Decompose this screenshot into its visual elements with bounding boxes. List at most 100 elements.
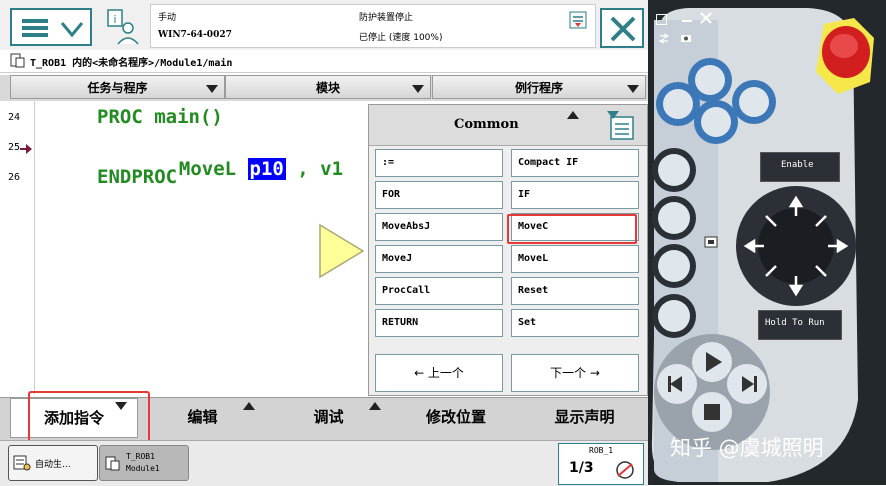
line-gutter: 24 25 26 <box>0 101 35 394</box>
tab-label: 任务与程序 <box>87 81 148 95</box>
instruction-button[interactable]: FOR <box>375 181 503 209</box>
taskbar-item-autoconfig[interactable]: 自动生... <box>8 445 98 481</box>
taskbar: 自动生... T_ROB1 Module1 ROB_1 1/3 <box>0 440 648 486</box>
hamburger-icon <box>22 19 48 37</box>
robot-label: ROB_1 <box>589 446 614 455</box>
toggle-motion-mode-key[interactable] <box>658 204 690 236</box>
mode-text: 手动 <box>158 13 177 23</box>
rotate-icon[interactable] <box>658 32 670 44</box>
chevron-down-icon <box>60 22 84 38</box>
instruction-button[interactable]: Set <box>511 309 639 337</box>
increment-off-key[interactable] <box>658 300 690 332</box>
program-pointer-icon <box>20 144 32 154</box>
programmable-key-3[interactable] <box>704 110 730 136</box>
instruction-button[interactable]: Reset <box>511 277 639 305</box>
close-button[interactable] <box>600 8 644 48</box>
instruction-list-icon[interactable] <box>605 109 637 141</box>
highlight-frame <box>507 214 637 244</box>
programmable-key-1[interactable] <box>698 68 724 94</box>
dropdown-arrow-icon <box>369 402 381 410</box>
code-line[interactable]: MoveL p10 , v1 <box>156 136 343 180</box>
programmable-key-4[interactable] <box>742 90 768 116</box>
line-number: 26 <box>8 172 21 183</box>
watermark: 知乎 @虞城照明 <box>670 436 824 460</box>
step-backward-button[interactable] <box>657 364 697 404</box>
enable-text: Enable <box>781 160 814 170</box>
instruction-button[interactable]: IF <box>511 181 639 209</box>
instruction-button[interactable]: MoveJ <box>375 245 503 273</box>
code-line[interactable]: ENDPROC <box>97 166 177 188</box>
taskbar-label: 自动生... <box>35 460 71 470</box>
event-log-icon[interactable] <box>569 11 587 29</box>
instruction-button[interactable]: := <box>375 149 503 177</box>
controller-name: WIN7-64-0027 <box>158 30 232 40</box>
tab-tasks-programs[interactable]: 任务与程序 <box>10 75 225 99</box>
quickset-button[interactable]: ROB_1 1/3 <box>558 443 644 485</box>
dropdown-arrow-icon <box>412 85 424 93</box>
toggle-increment-key[interactable] <box>658 252 690 284</box>
previous-page-button[interactable]: ← 上一个 <box>375 354 503 392</box>
operator-window-icon[interactable]: i <box>104 6 142 46</box>
line-number: 25 <box>8 142 21 153</box>
program-icon <box>105 456 120 471</box>
hold-to-run-text: Hold To Run <box>765 318 825 328</box>
tab-routines[interactable]: 例行程序 <box>432 75 646 99</box>
program-tabs: 任务与程序 模块 例行程序 <box>0 75 648 101</box>
taskbar-label: Module1 <box>126 464 160 473</box>
edit-button[interactable]: 编辑 <box>140 398 265 438</box>
start-button[interactable] <box>692 342 732 382</box>
taskbar-item-program[interactable]: T_ROB1 Module1 <box>99 445 189 481</box>
flexpendant-panel: Enable Hold To Run 知乎 @虞城照明 <box>648 0 886 485</box>
taskbar-label: T_ROB1 <box>126 452 155 461</box>
config-icon <box>13 455 31 471</box>
collapse-arrow-icon[interactable] <box>567 111 579 119</box>
dropdown-arrow-icon <box>206 85 218 93</box>
joystick-icon[interactable] <box>706 184 856 314</box>
instruction-button[interactable]: MoveL <box>511 245 639 273</box>
step-forward-button[interactable] <box>727 364 767 404</box>
instruction-button[interactable]: Compact IF <box>511 149 639 177</box>
close-icon <box>610 16 636 42</box>
dropdown-arrow-icon <box>243 402 255 410</box>
picker-title: Common <box>454 117 519 132</box>
emergency-stop-button[interactable] <box>808 16 878 96</box>
instruction-button[interactable]: ProcCall <box>375 277 503 305</box>
show-declaration-button[interactable]: 显示声明 <box>521 398 648 438</box>
programmable-key-2[interactable] <box>666 92 692 118</box>
instruction-button[interactable]: RETURN <box>375 309 503 337</box>
main-menu-button[interactable] <box>10 8 92 46</box>
button-label: 调试 <box>313 408 344 426</box>
usb-icon <box>704 236 718 248</box>
debug-button[interactable]: 调试 <box>266 398 391 438</box>
window-controls <box>654 10 718 46</box>
picker-header[interactable]: Common <box>369 105 647 146</box>
program-icon <box>10 53 25 68</box>
safety-status: 防护装置停止 <box>359 13 414 23</box>
minimize-icon[interactable] <box>682 20 692 22</box>
status-header: i 手动 WIN7-64-0027 防护装置停止 已停止 (速度 100%) <box>0 0 648 51</box>
tab-label: 模块 <box>315 81 340 95</box>
dropdown-arrow-icon <box>627 85 639 93</box>
modify-position-button[interactable]: 修改位置 <box>392 398 520 438</box>
status-panel[interactable]: 手动 WIN7-64-0027 防护装置停止 已停止 (速度 100%) <box>150 4 596 48</box>
stop-button[interactable] <box>692 392 732 432</box>
breadcrumb: T_ROB1 内的<未命名程序>/Module1/main <box>0 50 648 73</box>
enable-label: Enable <box>760 152 840 182</box>
tab-label: 例行程序 <box>514 81 563 95</box>
highlight-frame <box>28 391 150 443</box>
button-label: 编辑 <box>187 408 218 426</box>
instruction-button[interactable]: MoveAbsJ <box>375 213 503 241</box>
breadcrumb-text: T_ROB1 内的<未命名程序>/Module1/main <box>30 58 233 69</box>
code-line[interactable]: PROC main() <box>97 106 223 128</box>
next-page-button[interactable]: 下一个 → <box>511 354 639 392</box>
selected-argument[interactable]: p10 <box>247 158 286 180</box>
tab-modules[interactable]: 模块 <box>225 75 431 99</box>
line-number: 24 <box>8 112 21 123</box>
code-token: MoveL <box>178 158 248 180</box>
select-mechanical-unit-key[interactable] <box>658 156 690 188</box>
svg-text:i: i <box>113 13 116 26</box>
restore-icon[interactable] <box>656 14 667 25</box>
run-status: 已停止 (速度 100%) <box>359 33 443 43</box>
close-icon[interactable] <box>700 12 712 24</box>
camera-icon[interactable] <box>680 33 692 43</box>
